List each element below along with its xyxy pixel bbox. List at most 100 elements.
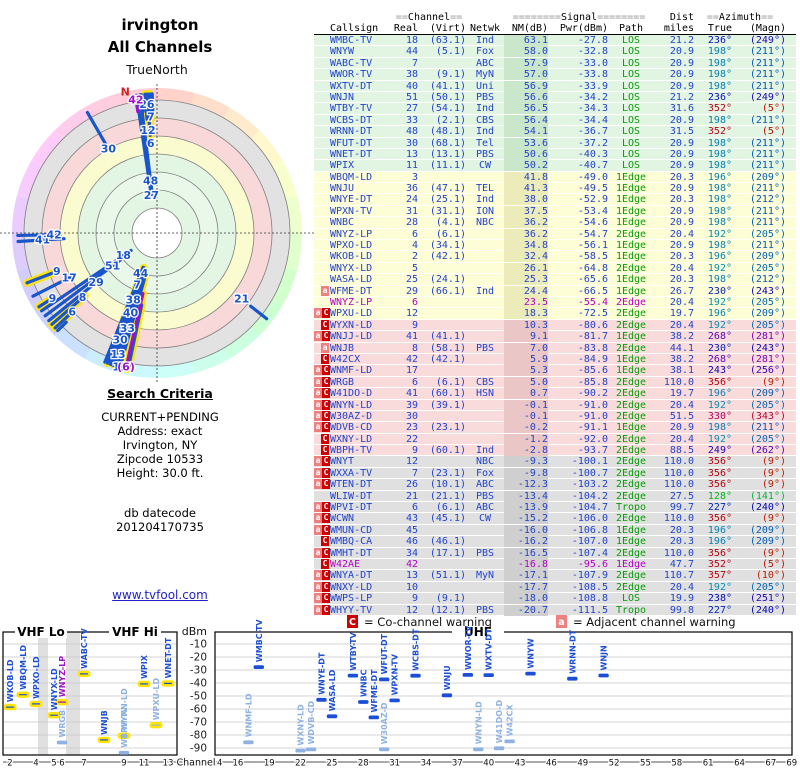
co-channel-warning-badge: C: [322, 422, 330, 433]
table-row: WNYX-LD 5 26.1 -64.8 2Edge 20.4 192° (20…: [314, 262, 796, 275]
table-row: aC WDVB-CD 23 (23.1) -0.2 -91.1 1Edge 20…: [314, 422, 796, 434]
svg-text:37: 37: [452, 759, 463, 768]
svg-text:-90: -90: [190, 743, 207, 755]
svg-text:WABC-TV: WABC-TV: [80, 627, 89, 668]
table-row: WNJN 51 (50.1) PBS 56.6 -34.2 LOS 21.2 2…: [314, 91, 796, 104]
footer-link-wrap: www.tvfool.com: [10, 588, 310, 602]
table-row: WFUT-DT 30 (68.1) Tel 53.6 -37.2 LOS 20.…: [314, 137, 796, 149]
table-row: aC WRGB 6 (6.1) CBS 5.0 -85.8 2Edge 110.…: [314, 376, 796, 389]
table-row: aC WTEN-DT 26 (10.1) ABC -12.3 -103.2 2E…: [314, 479, 796, 491]
svg-text:9: 9: [53, 265, 61, 278]
adjacent-warning-badge: a: [314, 410, 322, 421]
table-row: WWOR-TV 38 (9.1) MyN 57.0 -33.8 LOS 20.9…: [314, 69, 796, 81]
db-datecode-value: 201204170735: [116, 520, 204, 534]
svg-text:dBm: dBm: [182, 625, 207, 638]
svg-text:WNYZ-LP: WNYZ-LP: [58, 656, 67, 697]
station-table: ==Channel== ========Signal======== Dist …: [314, 12, 796, 616]
co-channel-warning-badge: C: [322, 479, 330, 490]
svg-text:WNJB: WNJB: [100, 710, 109, 735]
svg-text:WFME-DT: WFME-DT: [370, 669, 379, 713]
search-criteria-heading: Search Criteria: [107, 386, 213, 401]
svg-text:WKOB-LD: WKOB-LD: [6, 659, 15, 702]
co-channel-warning-badge: C: [321, 433, 329, 444]
table-row: aC WNMF-LD 17 5.3 -85.6 1Edge 38.1 243° …: [314, 365, 796, 377]
table-row: WNYZ-LP 6 23.5 -55.4 2Edge 20.4 192° (20…: [314, 296, 796, 309]
svg-text:67: 67: [765, 759, 776, 768]
co-channel-warning-badge: C: [322, 581, 330, 592]
svg-text:49: 49: [577, 759, 588, 768]
adjacent-warning-badge: a: [314, 570, 322, 581]
co-channel-warning-badge: C: [321, 445, 329, 456]
adjacent-warning-badge: a: [314, 456, 322, 467]
table-row: aC WNJJ-LD 41 (41.1) 9.1 -81.7 1Edge 38.…: [314, 331, 796, 343]
svg-text:42: 42: [128, 93, 143, 106]
table-row: aC WMUN-CD 45 -16.0 -106.8 1Edge 20.3 19…: [314, 524, 796, 537]
svg-text:WRGB: WRGB: [58, 710, 67, 738]
table-row: aC WNYN-LD 39 (39.1) -0.1 -91.0 2Edge 20…: [314, 399, 796, 411]
svg-text:40: 40: [483, 759, 494, 768]
table-row: aC WNYT 12 NBC -9.3 -100.1 2Edge 110.0 3…: [314, 456, 796, 468]
co-channel-warning-badge: C: [322, 547, 330, 558]
co-channel-warning-badge: C: [322, 502, 330, 513]
table-row: WRNN-DT 48 (48.1) Ind 54.1 -36.7 LOS 31.…: [314, 126, 796, 138]
tvfool-link[interactable]: www.tvfool.com: [112, 588, 208, 602]
svg-text:WNYE-DT: WNYE-DT: [318, 652, 327, 695]
svg-text:8: 8: [79, 291, 87, 304]
svg-text:TrueNorth: TrueNorth: [125, 62, 188, 77]
adjacent-warning-badge: a: [314, 581, 322, 592]
table-row: WTBY-TV 27 (54.1) Ind 56.5 -34.3 LOS 31.…: [314, 103, 796, 115]
table-row: WBQM-LD 3 41.8 -49.0 1Edge 20.3 196° (20…: [314, 171, 796, 184]
table-row: WPIX 11 (11.1) CW 50.2 -40.7 LOS 20.9 19…: [314, 160, 796, 172]
svg-text:W41DO-D: W41DO-D: [495, 699, 504, 743]
svg-text:9: 9: [121, 759, 126, 768]
svg-text:-60: -60: [190, 704, 207, 716]
svg-text:6: 6: [59, 759, 64, 768]
adjacent-warning-badge: a: [314, 399, 322, 410]
svg-text:WWOR-TV: WWOR-TV: [464, 625, 473, 670]
svg-text:4: 4: [33, 759, 38, 768]
search-criteria: Search Criteria CURRENT+PENDING Address:…: [10, 386, 310, 534]
criteria-city: Irvington, NY: [122, 438, 198, 452]
co-channel-warning-badge: C: [322, 331, 330, 342]
svg-text:7: 7: [147, 111, 155, 124]
svg-text:C: C: [349, 617, 356, 628]
svg-text:51: 51: [105, 259, 120, 272]
table-row: WNBC 28 (4.1) NBC 36.2 -54.6 1Edge 20.9 …: [314, 217, 796, 229]
adjacent-warning-badge: a: [314, 376, 322, 387]
table-row: aC WPVI-DT 6 (6.1) ABC -13.9 -104.7 Trop…: [314, 502, 796, 514]
adjacent-warning-badge: a: [314, 547, 322, 558]
signal-strength-chart: -10 -20 -30 -40 -50 -60 -70 -80 -90 dBm VHF Lo VHF …: [0, 610, 800, 768]
svg-text:-70: -70: [190, 717, 207, 729]
adjacent-warning-badge: a: [314, 331, 322, 342]
svg-text:VHF Lo: VHF Lo: [17, 625, 65, 639]
svg-text:64: 64: [734, 759, 745, 768]
svg-text:6: 6: [68, 306, 76, 319]
adjacent-warning-badge: a: [314, 422, 322, 433]
svg-text:52: 52: [609, 759, 620, 768]
svg-text:WYXN-LD: WYXN-LD: [120, 688, 129, 731]
svg-text:WPIX: WPIX: [140, 654, 149, 679]
table-row: WPXN-TV 31 (31.1) ION 37.5 -53.4 1Edge 2…: [314, 205, 796, 218]
table-row: C WBPH-TV 9 (60.1) Ind -2.8 -93.7 2Edge …: [314, 445, 796, 457]
criteria-zipcode: Zipcode 10533: [116, 452, 204, 466]
adjacent-warning-badge: a: [314, 502, 322, 513]
table-row: WPXO-LD 4 (34.1) 34.8 -56.1 1Edge 20.9 1…: [314, 240, 796, 252]
svg-text:WFUT-DT: WFUT-DT: [380, 633, 389, 674]
table-row: aC WNXY-LD 10 -17.7 -108.5 2Edge 20.4 19…: [314, 581, 796, 594]
table-row: WNYE-DT 24 (25.1) Ind 38.0 -52.9 1Edge 2…: [314, 194, 796, 206]
table-row: aC W41DO-D 41 (60.1) HSN 0.7 -90.2 2Edge…: [314, 388, 796, 400]
table-row: aC WCWN 43 (45.1) CW -15.2 -106.0 2Edge …: [314, 513, 796, 525]
table-row: C W42CX 42 (42.1) 5.9 -84.9 1Edge 38.2 2…: [314, 353, 796, 366]
co-channel-warning-badge: C: [322, 399, 330, 410]
svg-text:WBQM-LD: WBQM-LD: [19, 645, 28, 690]
svg-text:WNET-DT: WNET-DT: [164, 637, 173, 678]
svg-text:38: 38: [126, 293, 141, 306]
svg-text:30: 30: [101, 142, 117, 155]
svg-text:16: 16: [232, 759, 243, 768]
svg-text:43: 43: [515, 759, 526, 768]
svg-text:WNBC: WNBC: [359, 669, 368, 697]
co-channel-warning-badge: C: [322, 524, 330, 535]
svg-text:29: 29: [88, 276, 103, 289]
co-channel-warning-badge: C: [322, 467, 330, 478]
svg-text:40: 40: [123, 306, 139, 319]
